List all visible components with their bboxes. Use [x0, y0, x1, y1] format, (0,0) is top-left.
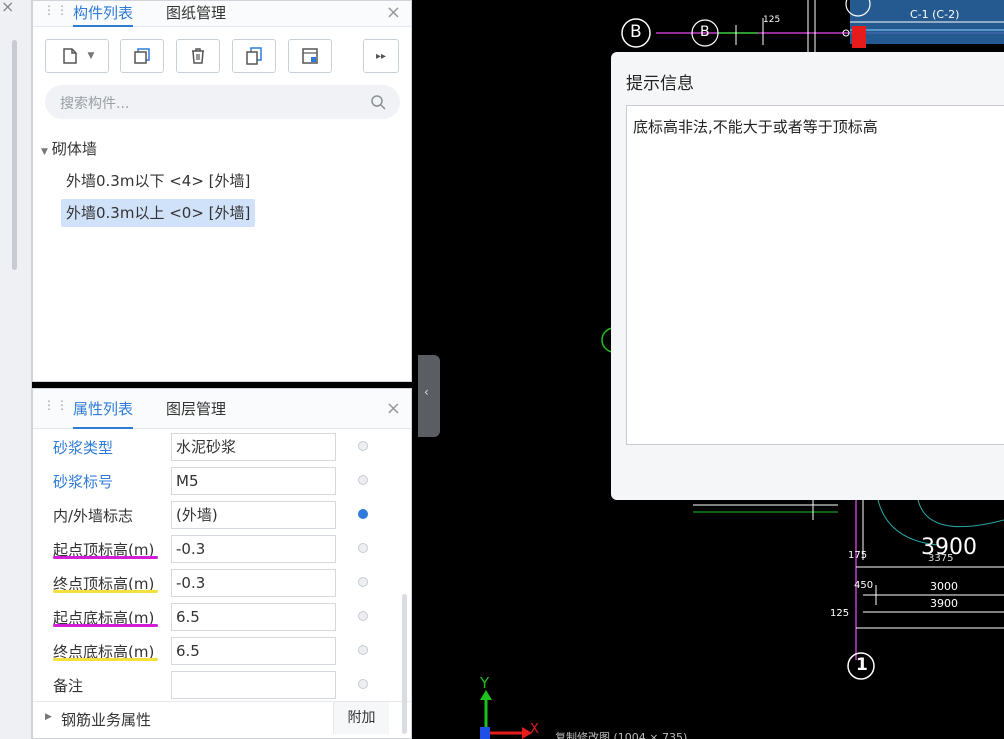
- x-axis-label: X: [530, 722, 539, 737]
- ucs-origin: [480, 727, 490, 739]
- annotation-underline: [53, 658, 158, 661]
- property-value-input[interactable]: 水泥砂浆: [171, 433, 336, 461]
- tab-layer-management[interactable]: 图层管理: [166, 399, 226, 423]
- axis-label: 1: [856, 655, 868, 675]
- dimension-text: 450: [854, 580, 874, 591]
- public-attribute-indicator[interactable]: [358, 543, 368, 553]
- property-label: 内/外墙标志: [53, 507, 134, 525]
- property-group-label: 钢筋业务属性: [61, 711, 152, 729]
- import-button[interactable]: [288, 39, 332, 73]
- left-dock-strip: ×: [0, 0, 32, 739]
- panel-collapse-handle[interactable]: ‹: [418, 355, 440, 437]
- import-icon: [302, 48, 318, 64]
- dimension-text: 125: [830, 608, 850, 619]
- dimension-text: 3900: [930, 597, 958, 610]
- property-value-input[interactable]: -0.3: [171, 569, 336, 597]
- new-icon: [62, 48, 77, 64]
- property-row-mortar-grade: 砂浆标号 M5: [33, 463, 411, 497]
- public-attribute-indicator[interactable]: [358, 645, 368, 655]
- property-value-input[interactable]: 6.5: [171, 637, 336, 665]
- prompt-dialog: 提示信息 底标高非法,不能大于或者等于顶标高: [611, 52, 1004, 500]
- dialog-message: 底标高非法,不能大于或者等于顶标高: [633, 118, 878, 136]
- property-row-remark: 备注: [33, 667, 411, 701]
- new-component-button[interactable]: ▼: [45, 39, 109, 73]
- public-attribute-indicator[interactable]: [358, 577, 368, 587]
- property-row-end-bottom-elevation: 终点底标高(m) 6.5: [33, 633, 411, 667]
- chevron-left-icon: ‹: [424, 385, 429, 399]
- close-icon[interactable]: ×: [386, 398, 401, 419]
- drag-grip-icon[interactable]: ⋮⋮: [43, 4, 68, 22]
- property-value-input[interactable]: [171, 671, 336, 699]
- tab-drawing-management[interactable]: 图纸管理: [166, 3, 226, 27]
- annotation-underline: [53, 556, 158, 559]
- component-list-panel: ⋮⋮ 构件列表 图纸管理 × ▼ ▸▸ 搜索构件... ▼ 砌体墙 外墙0.3m以…: [32, 0, 412, 382]
- property-label: 砂浆标号: [53, 473, 114, 491]
- copy-to-icon: [246, 47, 262, 65]
- property-row-wall-side: 内/外墙标志 (外墙): [33, 497, 411, 531]
- scrollbar[interactable]: [402, 594, 407, 734]
- property-panel-header: ⋮⋮ 属性列表 图层管理 ×: [33, 389, 411, 429]
- copy-button[interactable]: [120, 39, 164, 73]
- property-value-input[interactable]: 6.5: [171, 603, 336, 631]
- scrollbar[interactable]: [12, 40, 17, 270]
- component-panel-header: ⋮⋮ 构件列表 图纸管理 ×: [33, 1, 411, 27]
- window-label: C-1 (C-2): [910, 8, 960, 21]
- caret-right-icon[interactable]: ▶: [45, 712, 52, 722]
- dimension-text: 175: [848, 550, 868, 561]
- more-icon: ▸▸: [375, 50, 387, 62]
- annotation-underline: [53, 624, 158, 627]
- axis-label: B: [700, 24, 710, 40]
- trash-icon: [192, 48, 204, 64]
- close-icon[interactable]: ×: [1, 0, 14, 16]
- dimension-text: 3375: [928, 553, 954, 564]
- drag-grip-icon[interactable]: ⋮⋮: [43, 399, 68, 417]
- tab-property-list[interactable]: 属性列表: [73, 399, 134, 429]
- public-attribute-indicator[interactable]: [358, 441, 368, 451]
- tree-group-label: 砌体墙: [51, 140, 97, 158]
- tree-item-wall-above[interactable]: 外墙0.3m以上 <0> [外墙]: [61, 199, 256, 227]
- property-row-mortar-type: 砂浆类型 水泥砂浆: [33, 429, 411, 463]
- delete-button[interactable]: [176, 39, 220, 73]
- tree-group-masonry-wall[interactable]: ▼ 砌体墙: [41, 138, 97, 159]
- public-attribute-indicator[interactable]: [358, 611, 368, 621]
- axis-label: B: [630, 22, 642, 42]
- dimension-text: 125: [763, 15, 781, 25]
- property-list-panel: ⋮⋮ 属性列表 图层管理 × 砂浆类型 水泥砂浆 砂浆标号 M5 内/外墙标志 …: [32, 388, 412, 739]
- dimension-text: 3000: [930, 580, 958, 593]
- y-axis-label: Y: [480, 674, 490, 692]
- door-swing: [917, 499, 1004, 528]
- property-label: 备注: [53, 677, 84, 695]
- more-button[interactable]: ▸▸: [363, 39, 399, 73]
- property-label: 砂浆类型: [53, 439, 114, 457]
- search-placeholder: 搜索构件...: [60, 96, 130, 112]
- property-value-input[interactable]: -0.3: [171, 535, 336, 563]
- copy-to-floor-button[interactable]: [232, 39, 276, 73]
- chevron-down-icon[interactable]: ▼: [88, 51, 95, 61]
- property-row-start-bottom-elevation: 起点底标高(m) 6.5: [33, 599, 411, 633]
- selected-grip: [852, 26, 866, 48]
- property-value-input[interactable]: M5: [171, 467, 336, 495]
- close-icon[interactable]: ×: [386, 2, 401, 23]
- property-row-start-top-elevation: 起点顶标高(m) -0.3: [33, 531, 411, 565]
- status-text: 复制修改图 (1004 × 735): [555, 731, 688, 739]
- tree-item-wall-below[interactable]: 外墙0.3m以下 <4> [外墙]: [61, 167, 255, 195]
- public-attribute-indicator[interactable]: [358, 475, 368, 485]
- dialog-title: 提示信息: [626, 74, 694, 94]
- search-input[interactable]: 搜索构件...: [45, 85, 400, 119]
- search-icon[interactable]: [370, 94, 386, 110]
- tab-component-list[interactable]: 构件列表: [73, 3, 134, 27]
- dialog-message-box: 底标高非法,不能大于或者等于顶标高: [626, 105, 1004, 445]
- public-attribute-indicator[interactable]: [358, 679, 368, 689]
- caret-down-icon[interactable]: ▼: [41, 147, 48, 157]
- copy-icon: [134, 48, 150, 64]
- property-row-end-top-elevation: 终点顶标高(m) -0.3: [33, 565, 411, 599]
- component-toolbar: ▼ ▸▸: [45, 39, 400, 73]
- public-attribute-indicator[interactable]: [358, 509, 368, 519]
- property-group-rebar[interactable]: ▶ 钢筋业务属性 附加: [33, 701, 411, 734]
- property-value-input[interactable]: (外墙): [171, 501, 336, 529]
- append-button[interactable]: 附加: [333, 702, 389, 734]
- annotation-underline: [53, 590, 158, 593]
